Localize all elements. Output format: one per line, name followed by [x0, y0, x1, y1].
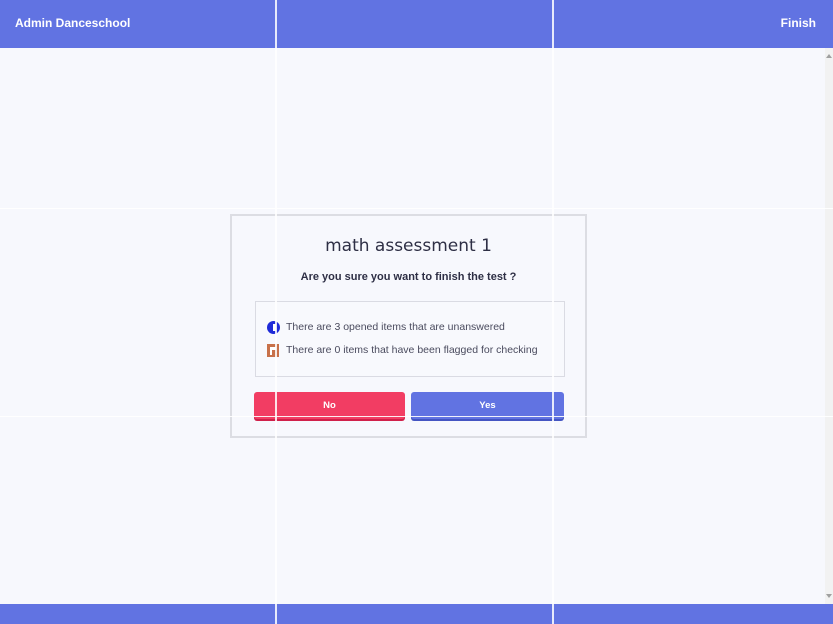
finish-button[interactable]: Finish — [781, 16, 816, 30]
guide-line — [0, 416, 833, 417]
info-box: There are 3 opened items that are unansw… — [255, 301, 565, 377]
finish-test-dialog: math assessment 1 Are you sure you want … — [230, 214, 587, 438]
scroll-down-icon[interactable] — [826, 594, 832, 598]
yes-button[interactable]: Yes — [411, 392, 564, 419]
dialog-question: Are you sure you want to finish the test… — [300, 271, 517, 283]
guide-line — [0, 208, 833, 209]
top-bar: Admin Danceschool Finish — [0, 0, 833, 48]
flagged-info: There are 0 items that have been flagged… — [267, 343, 538, 357]
unanswered-info: There are 3 opened items that are unansw… — [267, 320, 505, 334]
guide-line — [552, 0, 554, 624]
guide-line — [275, 0, 277, 624]
app-title: Admin Danceschool — [15, 16, 131, 30]
flagged-text: There are 0 items that have been flagged… — [286, 344, 538, 356]
bottom-bar — [0, 604, 833, 624]
flag-icon — [267, 343, 279, 357]
dialog-title: math assessment 1 — [325, 236, 492, 256]
scroll-up-icon[interactable] — [826, 54, 832, 58]
page: Admin Danceschool Finish math assessment… — [0, 0, 833, 624]
scrollbar[interactable] — [825, 48, 833, 604]
opened-item-icon — [267, 320, 280, 334]
unanswered-text: There are 3 opened items that are unansw… — [286, 321, 505, 333]
